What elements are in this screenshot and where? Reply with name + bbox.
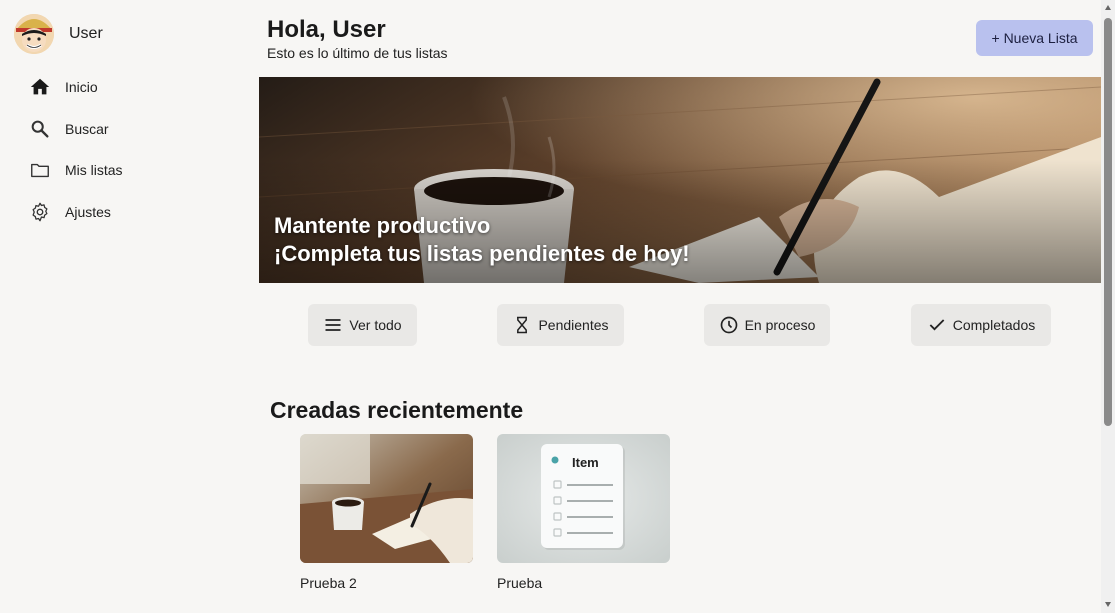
- coffee-writing-thumbnail: [300, 434, 473, 563]
- vertical-scrollbar[interactable]: [1101, 0, 1115, 613]
- sidebar-item-label: Inicio: [65, 79, 98, 95]
- home-icon: [28, 75, 52, 99]
- user-name: User: [69, 25, 103, 42]
- scroll-down-icon[interactable]: [1104, 600, 1112, 608]
- list-card[interactable]: Prueba 2: [300, 434, 473, 591]
- sidebar-item-label: Ajustes: [65, 203, 111, 220]
- app-root: User Inicio Buscar Mis listas Ajustes Ho…: [0, 0, 1115, 613]
- sidebar: User Inicio Buscar Mis listas Ajustes: [0, 0, 250, 613]
- hero-text: Mantente productivo ¡Completa tus listas…: [274, 212, 690, 268]
- avatar[interactable]: [14, 14, 54, 54]
- search-icon: [28, 117, 52, 141]
- filter-bar: Ver todo Pendientes En proceso Completad…: [259, 304, 1101, 346]
- sidebar-item-label: Buscar: [65, 120, 109, 137]
- card-title: Prueba 2: [300, 575, 357, 591]
- clock-icon: [719, 315, 739, 335]
- item-checklist-thumbnail: Item: [497, 434, 670, 563]
- filter-completados-button[interactable]: Completados: [911, 304, 1051, 346]
- page-title: Hola, User: [267, 16, 386, 43]
- scroll-thumb[interactable]: [1104, 18, 1112, 426]
- sidebar-nav: Inicio Buscar Mis listas Ajustes: [28, 72, 123, 238]
- thumbnail-item-text: Item: [572, 455, 599, 470]
- filter-pendientes-button[interactable]: Pendientes: [497, 304, 624, 346]
- filter-label: Pendientes: [538, 317, 609, 333]
- list-card[interactable]: Item Prueba: [497, 434, 670, 591]
- filter-en-proceso-button[interactable]: En proceso: [704, 304, 830, 346]
- check-icon: [927, 315, 947, 335]
- main-content: Hola, User Esto es lo último de tus list…: [259, 0, 1101, 613]
- card-title: Prueba: [497, 575, 543, 591]
- filter-label: Ver todo: [349, 317, 402, 333]
- hero-line-1: Mantente productivo: [274, 213, 491, 238]
- sidebar-item-buscar[interactable]: Buscar: [28, 114, 123, 144]
- filter-label: En proceso: [744, 317, 816, 333]
- new-list-button[interactable]: + Nueva Lista: [976, 20, 1093, 56]
- hourglass-icon: [512, 315, 532, 335]
- folder-icon: [28, 158, 52, 182]
- filter-label: Completados: [952, 317, 1036, 333]
- gear-icon: [28, 200, 52, 224]
- filter-ver-todo-button[interactable]: Ver todo: [308, 304, 417, 346]
- sidebar-item-mis-listas[interactable]: Mis listas: [28, 155, 123, 185]
- sidebar-item-ajustes[interactable]: Ajustes: [28, 197, 123, 227]
- user-profile[interactable]: User: [14, 14, 103, 54]
- page-subtitle: Esto es lo último de tus listas: [267, 45, 448, 61]
- sidebar-item-label: Mis listas: [65, 162, 123, 178]
- menu-icon: [323, 315, 343, 335]
- hero-line-2: ¡Completa tus listas pendientes de hoy!: [274, 241, 690, 266]
- scroll-up-icon[interactable]: [1104, 4, 1112, 12]
- section-title: Creadas recientemente: [270, 397, 524, 423]
- sidebar-item-inicio[interactable]: Inicio: [28, 72, 123, 102]
- hero-banner: Mantente productivo ¡Completa tus listas…: [259, 77, 1101, 283]
